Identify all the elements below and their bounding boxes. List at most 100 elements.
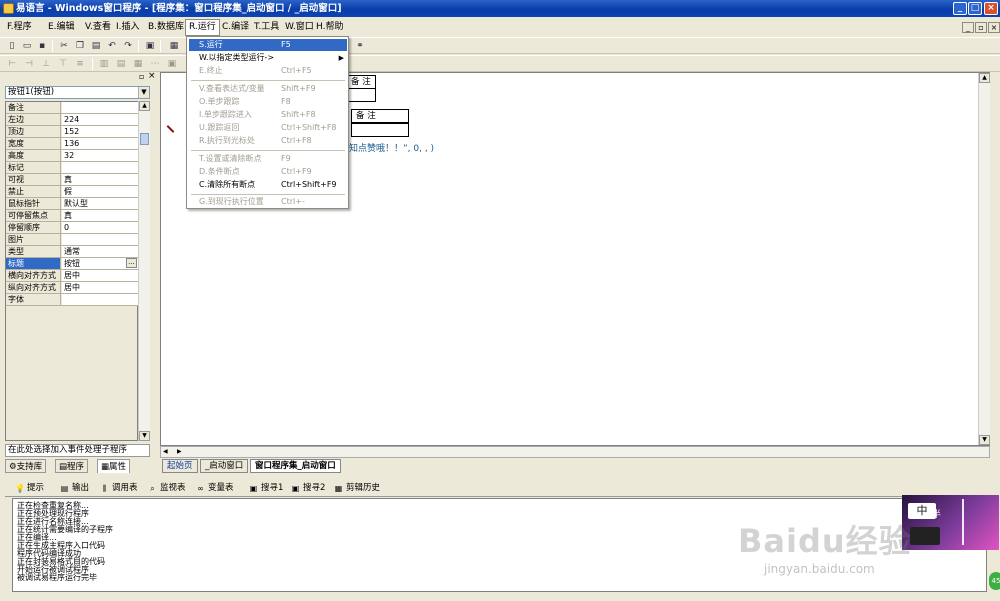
- property-scrollbar[interactable]: ▲ ▼: [138, 101, 150, 441]
- properties-icon: ▦: [101, 462, 110, 472]
- tab-variables[interactable]: ∞ 变量表: [194, 480, 233, 496]
- menu-item-clear-breakpoints[interactable]: C.清除所有断点 Ctrl+Shift+F9: [189, 179, 347, 191]
- binoculars-icon[interactable]: ⚭: [354, 40, 366, 52]
- property-row[interactable]: 图片: [6, 234, 138, 246]
- property-row[interactable]: 纵向对齐方式 居中: [6, 282, 138, 294]
- same-height-icon[interactable]: ▤: [115, 58, 127, 70]
- align-left-icon[interactable]: ⊢: [6, 58, 18, 70]
- property-row[interactable]: 宽度 136: [6, 138, 138, 150]
- property-row-selected[interactable]: 标题 按钮...: [6, 258, 138, 270]
- scroll-up-icon[interactable]: ▲: [979, 73, 990, 83]
- minimize-button[interactable]: _: [953, 2, 967, 15]
- property-row[interactable]: 横向对齐方式 居中: [6, 270, 138, 282]
- maximize-button[interactable]: □: [968, 2, 982, 15]
- property-row[interactable]: 高度 32: [6, 150, 138, 162]
- menu-item-run[interactable]: S.运行 F5: [189, 39, 347, 51]
- scroll-right-icon[interactable]: ▶: [177, 448, 182, 455]
- cut-icon[interactable]: ✂: [58, 40, 70, 52]
- table-cell[interactable]: [346, 88, 376, 102]
- tab-properties[interactable]: ▦属性: [97, 459, 131, 473]
- tab-search2[interactable]: ▣ 搜寻2: [289, 480, 326, 496]
- tab-call-stack[interactable]: ⫼ 调用表: [98, 480, 138, 496]
- chevron-down-icon[interactable]: ▼: [138, 87, 149, 98]
- menu-help[interactable]: H.帮助: [313, 19, 346, 36]
- scroll-up-icon[interactable]: ▲: [139, 101, 150, 111]
- property-row[interactable]: 顶边 152: [6, 126, 138, 138]
- menu-item-step-into[interactable]: I.单步跟踪进入 Shift+F8: [189, 109, 347, 121]
- paste-icon[interactable]: ▤: [90, 40, 102, 52]
- property-row[interactable]: 禁止假: [6, 186, 138, 198]
- space-evenly-icon[interactable]: ⋯: [149, 58, 161, 70]
- editor-hscroll[interactable]: ◀ ▶: [160, 446, 990, 458]
- property-row[interactable]: 标记: [6, 162, 138, 174]
- tab-clip-history[interactable]: ▦ 剪辑历史: [332, 480, 380, 496]
- property-row[interactable]: 停留顺序 0: [6, 222, 138, 234]
- property-row[interactable]: 可停留焦点真: [6, 210, 138, 222]
- property-row[interactable]: 类型 通常: [6, 246, 138, 258]
- tab-support-library[interactable]: ⚙支持库: [5, 459, 47, 473]
- mdi-restore-button[interactable]: ▫: [975, 22, 987, 33]
- new-file-icon[interactable]: ▯: [6, 40, 18, 52]
- tab-search1[interactable]: ▣ 搜寻1: [247, 480, 284, 496]
- menu-database[interactable]: B.数据库: [145, 19, 187, 36]
- panel-close-icon[interactable]: ×: [148, 71, 156, 81]
- close-button[interactable]: ×: [984, 2, 998, 15]
- property-row[interactable]: 鼠标指针 默认型: [6, 198, 138, 210]
- menu-item-step-over[interactable]: O.单步跟踪 F8: [189, 96, 347, 108]
- scroll-down-icon[interactable]: ▼: [979, 435, 990, 445]
- save-icon[interactable]: ▪: [36, 40, 48, 52]
- menu-view[interactable]: V.查看: [82, 19, 114, 36]
- ellipsis-button[interactable]: ...: [126, 258, 137, 268]
- copy-icon[interactable]: ❐: [74, 40, 86, 52]
- menu-insert[interactable]: I.插入: [113, 19, 143, 36]
- menu-item-toggle-breakpoint[interactable]: T.设置或清除断点 F9: [189, 153, 347, 165]
- mdi-close-button[interactable]: ×: [988, 22, 1000, 33]
- scroll-down-icon[interactable]: ▼: [139, 431, 150, 441]
- menu-tools[interactable]: T.工具: [251, 19, 282, 36]
- tab-window-assembly[interactable]: 窗口程序集_启动窗口: [250, 459, 341, 473]
- align-bottom-icon[interactable]: ≡: [74, 58, 86, 70]
- menu-item-run-to-cursor[interactable]: R.执行到光标处 Ctrl+F8: [189, 135, 347, 147]
- menu-item-run-as-type[interactable]: W.以指定类型运行-> ▶: [189, 52, 347, 64]
- panel-restore-icon[interactable]: ▫: [139, 72, 144, 81]
- align-right-icon[interactable]: ⊥: [40, 58, 52, 70]
- find-icon[interactable]: ▣: [144, 40, 156, 52]
- menu-edit[interactable]: E.编辑: [45, 19, 78, 36]
- event-hint[interactable]: 在此处选择加入事件处理子程序: [5, 444, 150, 457]
- menu-run[interactable]: R.运行: [185, 19, 220, 36]
- mdi-minimize-button[interactable]: _: [962, 22, 974, 33]
- align-top-icon[interactable]: ⊤: [57, 58, 69, 70]
- undo-icon[interactable]: ↶: [106, 40, 118, 52]
- redo-icon[interactable]: ↷: [122, 40, 134, 52]
- same-size-icon[interactable]: ▦: [132, 58, 144, 70]
- library-icon: ⚙: [9, 462, 17, 472]
- menu-item-step-out[interactable]: U.跟踪返回 Ctrl+Shift+F8: [189, 122, 347, 134]
- menu-item-terminate[interactable]: E.终止 Ctrl+F5: [189, 65, 347, 77]
- component-selector[interactable]: 按钮1(按钮) ▼: [5, 86, 150, 99]
- tab-output[interactable]: ▤ 输出: [58, 480, 89, 496]
- same-width-icon[interactable]: ▥: [98, 58, 110, 70]
- property-row[interactable]: 备注: [6, 102, 138, 114]
- tab-startup-window[interactable]: _启动窗口: [200, 459, 249, 473]
- align-center-icon[interactable]: ⊣: [23, 58, 35, 70]
- menu-program[interactable]: F.程序: [4, 19, 35, 36]
- open-folder-icon[interactable]: ▭: [21, 40, 33, 52]
- scroll-left-icon[interactable]: ◀: [163, 448, 168, 455]
- menu-item-go-to-execution[interactable]: G.到现行执行位置 Ctrl+-: [189, 196, 347, 208]
- window-layout-icon[interactable]: ▦: [168, 40, 180, 52]
- menu-window[interactable]: W.窗口: [282, 19, 317, 36]
- property-row[interactable]: 可视真: [6, 174, 138, 186]
- tab-watch[interactable]: ⌕ 监视表: [146, 480, 185, 496]
- tab-hint[interactable]: 💡 提示: [13, 480, 44, 496]
- tab-start-page[interactable]: 起始页: [162, 459, 198, 473]
- tab-program[interactable]: ▤程序: [55, 459, 89, 473]
- menu-item-watch-expression[interactable]: V.查看表达式/变量 Shift+F9: [189, 83, 347, 95]
- center-window-icon[interactable]: ▣: [166, 58, 178, 70]
- scroll-thumb[interactable]: [140, 133, 149, 145]
- table-cell[interactable]: [351, 123, 409, 137]
- menu-item-conditional-breakpoint[interactable]: D.条件断点 Ctrl+F9: [189, 166, 347, 178]
- editor-vscroll[interactable]: ▲ ▼: [978, 73, 990, 445]
- property-row[interactable]: 字体: [6, 294, 138, 306]
- menu-compile[interactable]: C.编译: [219, 19, 252, 36]
- property-row[interactable]: 左边 224: [6, 114, 138, 126]
